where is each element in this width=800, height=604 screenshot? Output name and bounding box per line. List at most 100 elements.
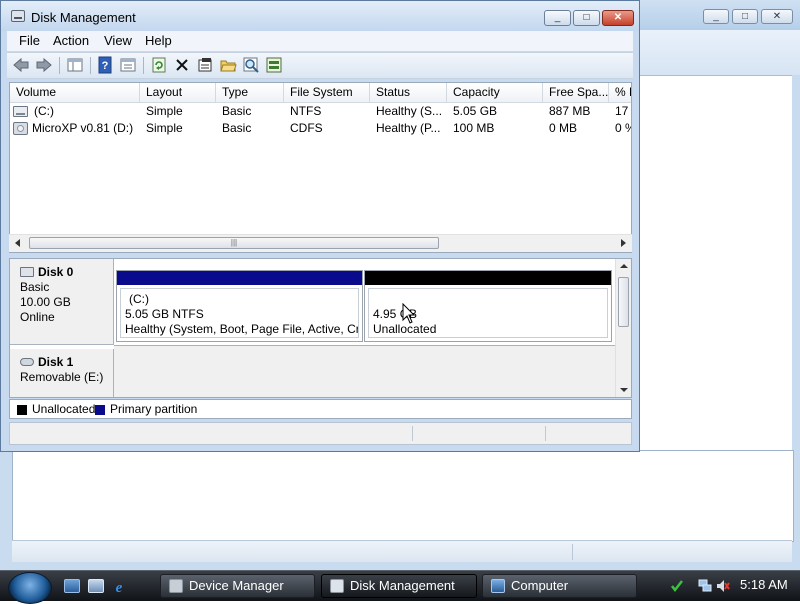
volume-muted-icon[interactable] [716, 579, 730, 593]
legend: Unallocated Primary partition [9, 399, 632, 419]
column-header-file-system[interactable]: File System [284, 83, 370, 102]
taskbar-disk-management[interactable]: Disk Management [321, 574, 477, 598]
background-window-content [12, 450, 794, 542]
system-tray: 5:18 AM [666, 571, 800, 601]
disk-state: Online [20, 310, 55, 324]
scroll-down-icon[interactable] [620, 388, 628, 392]
column-header-percent-free[interactable]: % F [609, 83, 631, 102]
toolbar: ? [7, 52, 633, 79]
column-header-type[interactable]: Type [216, 83, 284, 102]
disk-name: Disk 1 [38, 355, 74, 369]
volume-file-system: NTFS [290, 104, 322, 118]
removable-disk-icon [20, 358, 34, 366]
properties-page-icon[interactable] [196, 56, 214, 74]
status-bar [9, 422, 632, 445]
menu-help[interactable]: Help [145, 33, 172, 48]
volume-percent-free: 17 [615, 104, 629, 118]
disk-management-icon [330, 579, 344, 593]
column-header-volume[interactable]: Volume [10, 83, 140, 102]
partition-size: 5.05 GB NTFS [125, 307, 204, 321]
legend-label-unallocated: Unallocated [32, 402, 96, 416]
volume-status: Healthy (P... [376, 121, 441, 135]
window-title: Disk Management [31, 10, 136, 25]
unallocated-bar [365, 271, 611, 285]
security-check-icon[interactable] [670, 579, 684, 593]
volume-free-space: 0 MB [549, 121, 578, 135]
partition-status: Healthy (System, Boot, Page File, Active… [125, 322, 359, 336]
legend-label-primary: Primary partition [110, 402, 198, 416]
disk-size: 10.00 GB [20, 295, 71, 309]
menu-view[interactable]: View [104, 33, 132, 48]
taskbar-button-label: Computer [511, 578, 569, 593]
legend-swatch-primary [95, 405, 105, 415]
disk-settings-icon[interactable] [265, 56, 283, 74]
volume-name: MicroXP v0.81 (D:) [32, 121, 134, 135]
background-close-button[interactable]: ✕ [761, 9, 793, 24]
legend-swatch-unallocated [17, 405, 27, 415]
menu-action[interactable]: Action [53, 33, 89, 48]
disk-type: Removable (E:) [20, 370, 104, 384]
clock[interactable]: 5:18 AM [740, 577, 788, 592]
background-window-frame-bottom [0, 562, 800, 570]
scroll-right-icon[interactable] [621, 239, 626, 247]
disk-view-vertical-scrollbar[interactable] [615, 259, 631, 397]
menu-file[interactable]: File [19, 33, 40, 48]
disk-management-app-icon [11, 10, 25, 22]
minimize-button[interactable]: _ [544, 10, 571, 26]
vertical-scroll-thumb[interactable] [618, 277, 629, 327]
hard-disk-icon [20, 267, 34, 277]
volume-layout: Simple [146, 121, 183, 135]
column-header-capacity[interactable]: Capacity [447, 83, 543, 102]
show-desktop-icon[interactable] [64, 579, 80, 593]
close-button[interactable]: ✕ [602, 10, 634, 26]
delete-icon[interactable] [173, 56, 191, 74]
column-header-layout[interactable]: Layout [140, 83, 216, 102]
background-minimize-button[interactable]: _ [703, 9, 729, 24]
forward-icon[interactable] [35, 56, 53, 74]
volume-row[interactable]: (C:) Simple Basic NTFS Healthy (S... 5.0… [10, 103, 631, 120]
volume-free-space: 887 MB [549, 104, 591, 118]
disk-0-label[interactable]: Disk 0 Basic 10.00 GB Online [10, 259, 114, 345]
volume-type: Basic [222, 121, 252, 135]
volume-capacity: 5.05 GB [453, 104, 498, 118]
computer-icon [491, 579, 505, 593]
switch-windows-icon[interactable] [88, 579, 104, 593]
volume-name: (C:) [34, 104, 54, 118]
volume-list: Volume Layout Type File System Status Ca… [9, 82, 632, 253]
network-icon[interactable] [698, 579, 712, 593]
horizontal-scroll-thumb[interactable]: ||| [29, 237, 439, 249]
mouse-cursor-icon [402, 303, 416, 324]
taskbar-computer[interactable]: Computer [482, 574, 637, 598]
maximize-button[interactable]: □ [573, 10, 600, 26]
properties-icon[interactable] [119, 56, 137, 74]
scroll-left-icon[interactable] [15, 239, 20, 247]
column-header-status[interactable]: Status [370, 83, 447, 102]
volume-percent-free: 0 % [615, 121, 631, 135]
hard-drive-icon [13, 106, 28, 117]
volume-row[interactable]: MicroXP v0.81 (D:) Simple Basic CDFS Hea… [10, 120, 631, 137]
refresh-icon[interactable] [150, 56, 168, 74]
volume-list-horizontal-scrollbar[interactable]: ||| [9, 234, 632, 252]
background-maximize-button[interactable]: □ [732, 9, 758, 24]
menu-bar: File Action View Help [7, 31, 633, 51]
volume-capacity: 100 MB [453, 121, 495, 135]
disk-1-label[interactable]: Disk 1 Removable (E:) [10, 349, 114, 397]
start-button[interactable] [8, 572, 52, 604]
console-tree-icon[interactable] [66, 56, 84, 74]
volume-status: Healthy (S... [376, 104, 443, 118]
back-icon[interactable] [12, 56, 30, 74]
taskbar-device-manager[interactable]: Device Manager [160, 574, 315, 598]
scroll-up-icon[interactable] [620, 264, 628, 268]
titlebar[interactable]: Disk Management _ □ ✕ [1, 1, 639, 31]
partition-c[interactable]: (C:) 5.05 GB NTFS Healthy (System, Boot,… [116, 270, 363, 342]
column-header-free-space[interactable]: Free Spa... [543, 83, 609, 102]
volume-layout: Simple [146, 104, 183, 118]
taskbar-button-label: Device Manager [189, 578, 284, 593]
disk-graphical-view: Disk 0 Basic 10.00 GB Online (C:) 5.05 G… [9, 258, 632, 398]
svg-text:?: ? [102, 60, 109, 72]
search-icon[interactable] [242, 56, 260, 74]
volume-file-system: CDFS [290, 121, 323, 135]
open-icon[interactable] [219, 56, 237, 74]
internet-explorer-icon[interactable]: e [111, 579, 127, 593]
help-icon[interactable]: ? [96, 56, 114, 74]
